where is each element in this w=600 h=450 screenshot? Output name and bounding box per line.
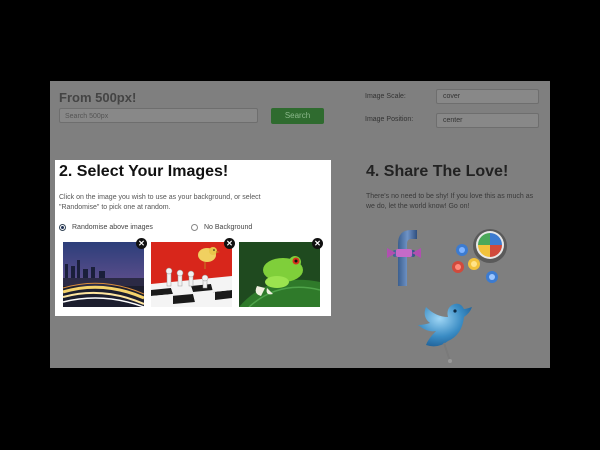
radio-no-background-label: No Background [204,224,253,231]
search-input[interactable]: Search 500px [59,108,258,123]
radio-button-selected[interactable] [59,224,66,231]
select-images-card: 2. Select Your Images! Click on the imag… [55,160,331,316]
radio-no-background[interactable]: No Background [191,224,252,231]
image-position-field[interactable]: center [436,113,539,128]
select-images-title: 2. Select Your Images! [59,163,229,180]
image-scale-field[interactable]: cover [436,89,539,104]
image-position-label: Image Position: [365,116,414,123]
image-scale-label: Image Scale: [365,93,406,100]
share-title: 4. Share The Love! [366,163,509,180]
radio-randomise[interactable]: Randomise above images [59,224,153,231]
image-thumbnail-chess[interactable] [151,242,232,307]
share-text: There's no need to be shy! If you love t… [366,193,534,210]
image-thumbnail-frog[interactable] [239,242,320,307]
facebook-icon[interactable] [384,226,424,288]
radio-randomise-label: Randomise above images [72,224,153,231]
remove-image-3-icon[interactable]: ✕ [312,238,323,249]
select-images-description: Click on the image you wish to use as yo… [59,194,261,211]
search-button[interactable]: Search [271,108,324,124]
remove-image-1-icon[interactable]: ✕ [136,238,147,249]
twitter-bird-icon[interactable] [414,299,476,363]
image-thumbnail-city[interactable] [63,242,144,307]
source-title: From 500px! [59,90,137,105]
radio-button-unselected[interactable] [191,224,198,231]
remove-image-2-icon[interactable]: ✕ [224,238,235,249]
google-plus-icon[interactable] [452,228,514,288]
